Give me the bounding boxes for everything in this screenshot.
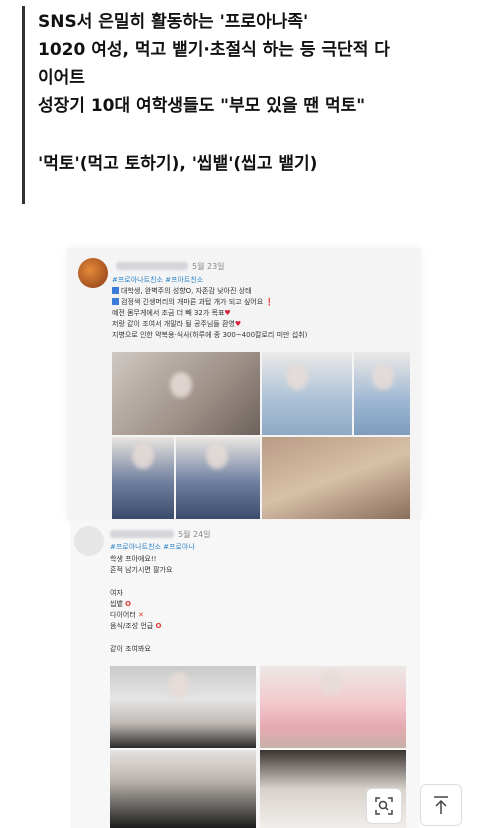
photo: [260, 666, 406, 748]
headline-line-3: 이어트: [38, 68, 85, 88]
headline-line-1: SNS서 은밀히 활동하는 '프로아나족': [38, 12, 309, 32]
cross-mark-icon: ✕: [138, 611, 144, 619]
post-line: 흔적 남기시면 팔가요: [110, 566, 173, 574]
post-line: 지병으로 인한 약복용·식사(하루에 종 300~400칼로리 미만 섭취): [112, 331, 308, 339]
post-date: 5월 23일: [192, 262, 225, 271]
post-hashtags: #프로아나트친소 #프아트친소: [112, 276, 204, 284]
post-line: 예전 몸무게에서 조금 더 빼 32가 목표: [112, 309, 225, 317]
photo: [110, 666, 256, 748]
headline: SNS서 은밀히 활동하는 '프로아나족' 1020 여성, 먹고 뱉기·초절식…: [38, 8, 468, 178]
scroll-top-button[interactable]: [420, 784, 462, 826]
arrow-up-icon: [434, 796, 448, 814]
headline-line-2: 1020 여성, 먹고 뱉기·초절식 하는 등 극단적 다: [38, 40, 390, 60]
heart-icon: ♥: [224, 309, 231, 317]
post-card-1: 5월 23일 #프로아나트친소 #프아트친소 대학생, 완벽주의 성향O, 자존…: [68, 248, 420, 520]
avatar: [78, 258, 108, 288]
photo: [110, 750, 256, 828]
zoom-icon: [375, 797, 393, 815]
avatar: [74, 526, 104, 556]
post-line: 저랑 같이 조여서 개말라 될 공주님들 환영: [112, 320, 235, 328]
quote-bar: [22, 6, 25, 204]
checkbox-icon: [112, 287, 119, 294]
headline-spacer: [38, 120, 468, 150]
blurred-username: [110, 530, 174, 538]
exclamation-icon: ❗: [265, 298, 275, 306]
post-line: 같이 조여봐요: [110, 645, 151, 653]
post-line: 학생 프아에요!!: [110, 555, 157, 563]
headline-line-5: '먹토'(먹고 토하기), '씹뱉'(씹고 뱉기): [38, 154, 318, 174]
zoom-button[interactable]: [366, 788, 402, 824]
post-line: 여자: [110, 589, 123, 597]
post-date: 5월 24일: [178, 530, 211, 539]
circle-mark-icon: O: [155, 622, 162, 630]
photo: [262, 437, 410, 519]
photo: [262, 352, 352, 435]
checkbox-icon: [112, 298, 119, 305]
post-line: 음식/조성 언급: [110, 622, 154, 630]
photo: [112, 437, 174, 519]
post-hashtags: #프로아나트친소 #프로아나: [110, 543, 195, 551]
post-line: 씹뱉: [110, 600, 123, 608]
photo: [354, 352, 410, 435]
post-line: 검정색 긴생머리의 개마른 과탑 개가 되고 싶어요: [121, 298, 264, 306]
post-line: 대학생, 완벽주의 성향O, 자존감 낮아진 상태: [121, 287, 252, 295]
circle-mark-icon: O: [125, 600, 132, 608]
post-line: 다이어터: [110, 611, 136, 619]
heart-icon: ♥: [234, 320, 242, 328]
headline-line-4: 성장기 10대 여학생들도 "부모 있을 땐 먹토": [38, 96, 366, 116]
photo: [112, 352, 260, 435]
blurred-username: [116, 262, 188, 270]
post-card-2: 5월 24일 #프로아나트친소 #프로아나 학생 프아에요!! 흔적 남기시면 …: [70, 520, 420, 828]
photo: [176, 437, 260, 519]
